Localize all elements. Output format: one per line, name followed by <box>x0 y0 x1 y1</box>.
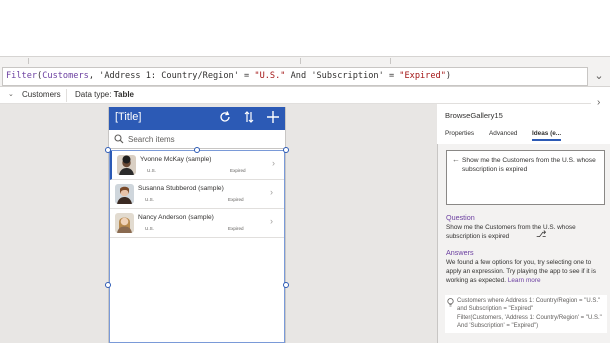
formula-comma: , <box>88 71 100 81</box>
top-blank-area <box>0 0 610 56</box>
resize-handle[interactable] <box>105 282 111 288</box>
formula-value-us: "U.S." <box>254 71 286 81</box>
divider <box>66 89 67 102</box>
panel-tabs: Properties Advanced Ideas (e... <box>437 128 610 142</box>
avatar <box>115 213 134 233</box>
query-text[interactable]: Show me the Customers from the U.S. whos… <box>462 156 602 174</box>
list-item[interactable]: Nancy Anderson (sample) U.S. Expired › <box>110 209 284 238</box>
question-heading: Question <box>446 213 475 222</box>
question-text: Show me the Customers from the U.S. whos… <box>446 224 576 240</box>
formula-table: Customers <box>42 71 89 81</box>
formula-expand-chevron-icon[interactable]: ⌄ <box>592 69 606 83</box>
formula-input[interactable]: Filter(Customers, 'Address 1: Country/Re… <box>2 67 588 86</box>
answer-description: Customers where Address 1: Country/Regio… <box>457 298 601 312</box>
toolbar-divider <box>390 58 391 64</box>
answer-suggestion[interactable]: Customers where Address 1: Country/Regio… <box>445 295 607 333</box>
chevron-right-icon[interactable]: › <box>270 216 273 226</box>
data-type-value: Table <box>113 90 135 99</box>
avatar <box>115 184 134 204</box>
resize-handle[interactable] <box>283 282 289 288</box>
chevron-right-icon[interactable]: › <box>272 158 275 168</box>
mouse-cursor: ⎇ <box>536 229 547 239</box>
learn-more-link[interactable]: Learn more <box>508 277 541 284</box>
customer-status: Expired <box>230 168 246 173</box>
formula-and: And <box>285 71 312 81</box>
avatar <box>117 155 136 175</box>
lightbulb-icon <box>447 298 454 310</box>
answers-text: We found a few options for you, try sele… <box>446 258 606 285</box>
formula-equals: = <box>383 71 400 81</box>
data-source-bar: ⌄ Customers Data type: Table <box>0 87 591 104</box>
list-item[interactable]: Yvonne McKay (sample) U.S. Expired › <box>110 151 284 180</box>
selected-control-name: BrowseGallery15 <box>445 111 503 120</box>
search-input[interactable]: Search items <box>128 131 175 149</box>
add-icon[interactable] <box>265 110 281 126</box>
customer-status: Expired <box>228 197 244 202</box>
customer-country: U.S. <box>147 168 156 173</box>
formula-value-expired: "Expired" <box>399 71 446 81</box>
chevron-right-icon[interactable]: › <box>597 97 600 108</box>
answer-formula: Filter(Customers, 'Address 1: Country/Re… <box>457 315 602 329</box>
customer-name: Yvonne McKay (sample) <box>140 156 212 163</box>
natural-language-input[interactable]: ← Show me the Customers from the U.S. wh… <box>446 150 605 205</box>
customer-name: Nancy Anderson (sample) <box>138 214 214 221</box>
formula-paren: ) <box>445 71 452 81</box>
customer-name: Susanna Stubberod (sample) <box>138 185 224 192</box>
browse-gallery[interactable]: Yvonne McKay (sample) U.S. Expired › Sus… <box>109 150 285 343</box>
customer-country: U.S. <box>145 197 154 202</box>
formula-function: Filter <box>6 71 38 81</box>
refresh-icon[interactable] <box>217 110 233 126</box>
formula-equals: = <box>238 71 255 81</box>
search-icon <box>114 134 124 144</box>
toolbar-strip <box>0 56 610 66</box>
chevron-down-icon[interactable]: ⌄ <box>8 87 14 103</box>
app-screen[interactable]: [Title] Search items Yvonne McKay (sampl… <box>108 107 286 343</box>
resize-handle[interactable] <box>194 147 200 153</box>
sort-icon[interactable] <box>241 110 257 126</box>
app-header: [Title] <box>109 107 285 130</box>
resize-handle[interactable] <box>105 147 111 153</box>
tab-properties[interactable]: Properties <box>445 130 474 137</box>
data-source-name[interactable]: Customers <box>22 87 61 103</box>
toolbar-divider <box>28 58 29 64</box>
customer-country: U.S. <box>145 226 154 231</box>
chevron-right-icon[interactable]: › <box>270 187 273 197</box>
tab-advanced[interactable]: Advanced <box>489 130 517 137</box>
formula-bar: Filter(Customers, 'Address 1: Country/Re… <box>0 66 610 87</box>
page-title[interactable]: [Title] <box>115 111 142 123</box>
data-type-label: Data type: <box>75 90 112 99</box>
formula-field-country: 'Address 1: Country/Region' <box>99 71 239 81</box>
data-type: Data type: Table <box>75 87 134 103</box>
back-arrow-icon[interactable]: ← <box>452 155 460 164</box>
list-item[interactable]: Susanna Stubberod (sample) U.S. Expired … <box>110 180 284 209</box>
formula-field-subscription: 'Subscription' <box>311 71 384 81</box>
customer-status: Expired <box>228 226 244 231</box>
toolbar-divider <box>300 58 301 64</box>
resize-handle[interactable] <box>283 147 289 153</box>
answers-heading: Answers <box>446 248 474 257</box>
tab-ideas[interactable]: Ideas (e... <box>532 130 562 141</box>
